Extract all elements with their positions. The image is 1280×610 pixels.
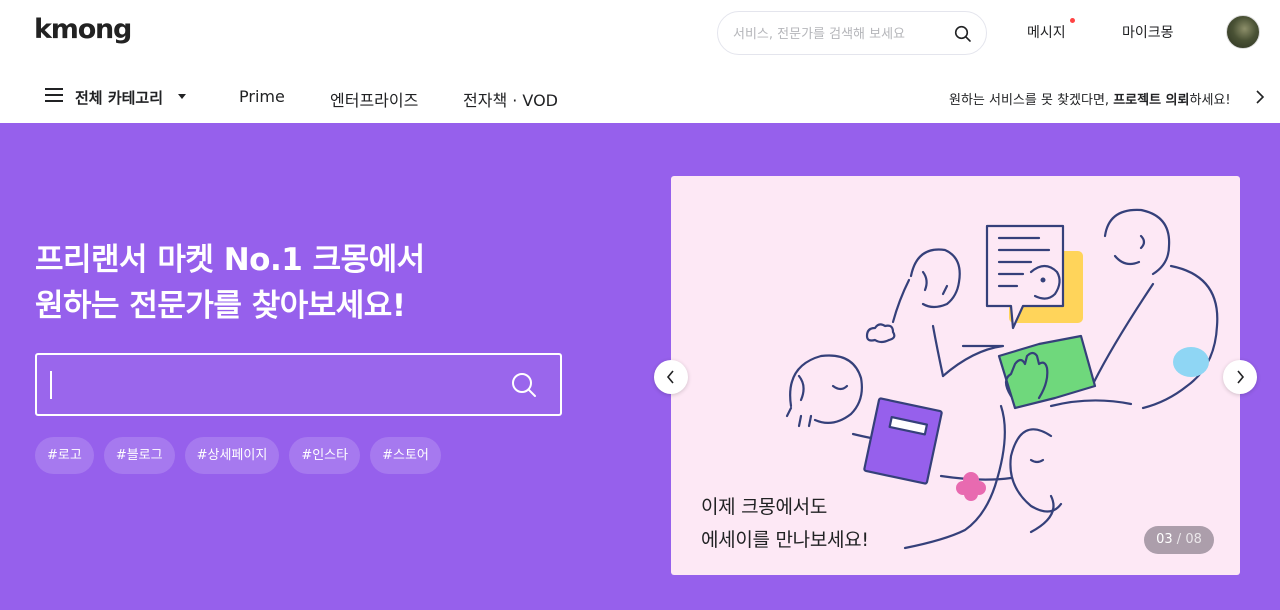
tag-chip[interactable]: #스토어 <box>370 437 441 474</box>
text-cursor <box>50 371 52 399</box>
hamburger-icon[interactable] <box>45 88 63 102</box>
notification-dot <box>1070 18 1075 23</box>
search-icon[interactable] <box>510 371 538 399</box>
search-icon[interactable] <box>954 25 972 43</box>
promo-banner[interactable]: 이제 크몽에서도 에세이를 만나보세요! 03 / 08 <box>671 176 1240 575</box>
header-search-input[interactable] <box>733 24 943 44</box>
nav-link-ebook-vod[interactable]: 전자책 · VOD <box>463 87 558 111</box>
hero-title: 프리랜서 마켓 No.1 크몽에서 원하는 전문가를 찾아보세요! <box>35 237 425 329</box>
project-request-link[interactable]: 원하는 서비스를 못 찾겠다면, 프로젝트 의뢰하세요! <box>949 89 1231 108</box>
chevron-left-icon <box>666 370 674 384</box>
mykmong-link[interactable]: 마이크몽 <box>1122 22 1174 42</box>
category-nav: 전체 카테고리 Prime 엔터프라이즈 전자책 · VOD 원하는 서비스를 … <box>0 66 1280 123</box>
banner-caption: 이제 크몽에서도 에세이를 만나보세요! <box>701 491 869 557</box>
header-search-box[interactable] <box>717 11 987 55</box>
tag-chip[interactable]: #인스타 <box>289 437 361 474</box>
nav-link-enterprise[interactable]: 엔터프라이즈 <box>330 87 418 111</box>
banner-line1: 이제 크몽에서도 <box>701 496 828 518</box>
project-cta-suffix: 하세요! <box>1189 93 1231 108</box>
slide-total: 08 <box>1185 532 1202 547</box>
nav-link-prime[interactable]: Prime <box>239 87 285 106</box>
project-cta-bold: 프로젝트 의뢰 <box>1113 93 1190 108</box>
kmong-logo[interactable]: kmong <box>34 14 132 45</box>
hero-section: 프리랜서 마켓 No.1 크몽에서 원하는 전문가를 찾아보세요! #로고 #블… <box>0 123 1280 610</box>
top-header: kmong 메시지 마이크몽 <box>0 0 1280 66</box>
slide-current: 03 <box>1156 532 1173 547</box>
tag-chip[interactable]: #블로그 <box>103 437 175 474</box>
tag-chip[interactable]: #로고 <box>35 437 94 474</box>
slide-separator: / <box>1172 532 1186 547</box>
avatar[interactable] <box>1226 15 1260 49</box>
prev-slide-button[interactable] <box>654 360 688 394</box>
all-categories-button[interactable]: 전체 카테고리 <box>75 87 163 108</box>
hero-title-line1: 프리랜서 마켓 No.1 크몽에서 <box>35 242 425 278</box>
next-slide-button[interactable] <box>1223 360 1257 394</box>
hero-title-line2: 원하는 전문가를 찾아보세요! <box>35 288 406 324</box>
tag-chip[interactable]: #상세페이지 <box>184 437 280 474</box>
message-link[interactable]: 메시지 <box>1027 22 1066 42</box>
hero-search-input[interactable] <box>35 353 562 416</box>
banner-line2: 에세이를 만나보세요! <box>701 529 869 551</box>
slide-counter: 03 / 08 <box>1144 526 1214 554</box>
project-cta-prefix: 원하는 서비스를 못 찾겠다면, <box>949 93 1114 108</box>
caret-down-icon[interactable] <box>178 94 186 99</box>
chevron-right-icon <box>1237 370 1245 384</box>
popular-tags: #로고 #블로그 #상세페이지 #인스타 #스토어 <box>35 437 441 474</box>
chevron-right-icon[interactable] <box>1255 90 1265 104</box>
